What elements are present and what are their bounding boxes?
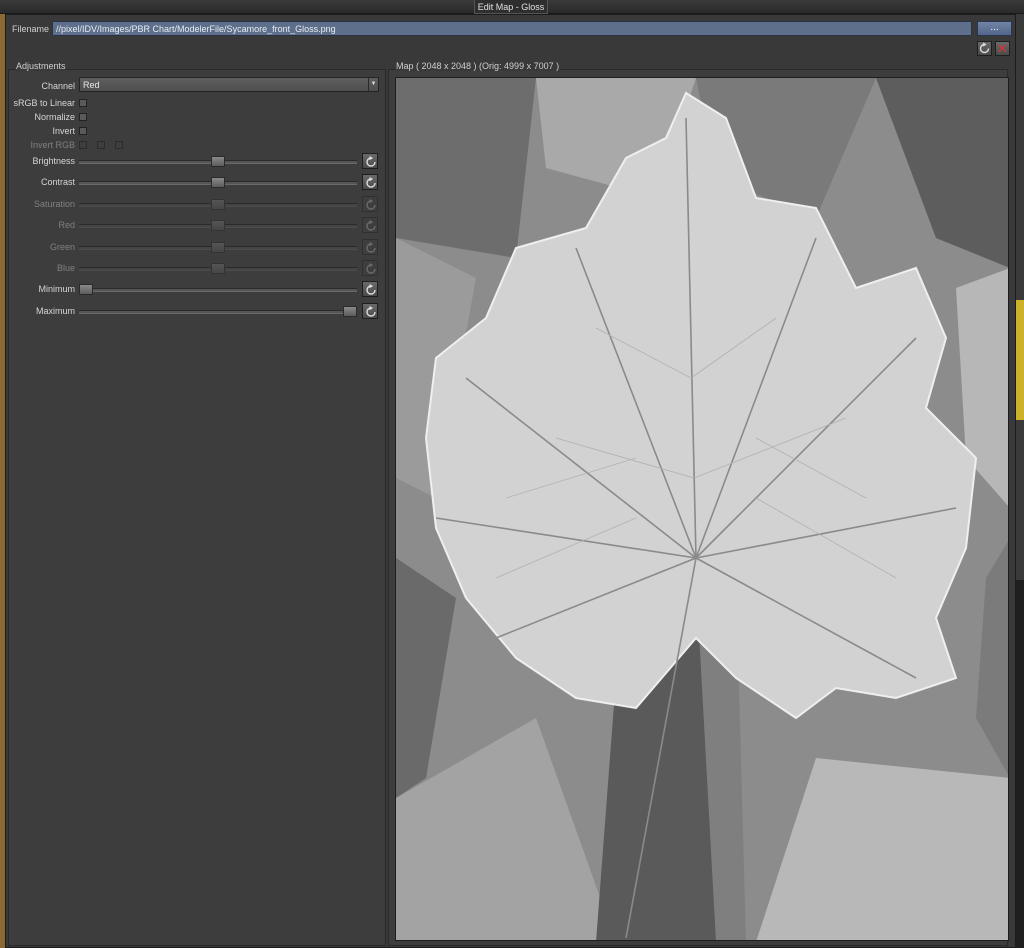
- refresh-icon: [366, 263, 376, 274]
- chevron-down-icon[interactable]: ▼: [368, 78, 378, 91]
- channel-label: Channel: [41, 81, 75, 91]
- background-app-dark: [1016, 580, 1024, 948]
- green-reset-button[interactable]: [362, 238, 378, 255]
- channel-value: Red: [83, 80, 100, 90]
- srgb-to-linear-checkbox[interactable]: [79, 99, 87, 107]
- invert-g-checkbox[interactable]: [97, 141, 105, 149]
- red-slider[interactable]: [79, 220, 357, 232]
- red-slider-handle[interactable]: [211, 220, 225, 232]
- window-title: Edit Map - Gloss: [474, 0, 548, 14]
- refresh-icon: [366, 177, 376, 189]
- saturation-slider-handle[interactable]: [211, 198, 225, 210]
- refresh-icon: [366, 198, 376, 210]
- invert-r-checkbox[interactable]: [79, 141, 87, 149]
- refresh-icon: [979, 42, 990, 54]
- maximum-slider[interactable]: [79, 305, 357, 317]
- saturation-reset-button[interactable]: [362, 195, 378, 212]
- normalize-label: Normalize: [34, 112, 75, 122]
- refresh-icon: [366, 156, 376, 167]
- blue-slider[interactable]: [79, 263, 357, 274]
- srgb-to-linear-label: sRGB to Linear: [13, 98, 75, 108]
- saturation-label: Saturation: [33, 198, 75, 209]
- saturation-slider[interactable]: [79, 198, 357, 210]
- blue-label: Blue: [56, 263, 75, 273]
- contrast-label: Contrast: [40, 177, 75, 188]
- contrast-slider-handle[interactable]: [211, 177, 225, 189]
- refresh-icon: [366, 305, 376, 317]
- blue-reset-button[interactable]: [362, 260, 378, 276]
- refresh-icon: [366, 241, 376, 253]
- brightness-label: Brightness: [32, 156, 75, 166]
- green-slider-handle[interactable]: [211, 241, 225, 253]
- red-label: Red: [58, 220, 75, 231]
- refresh-icon: [366, 220, 376, 231]
- filename-field[interactable]: //pixel/IDV/Images/PBR Chart/ModelerFile…: [52, 21, 972, 36]
- minimum-slider[interactable]: [79, 284, 357, 296]
- channel-select[interactable]: Red ▼: [79, 77, 379, 92]
- close-icon: ✕: [997, 41, 1008, 56]
- brightness-slider[interactable]: [79, 156, 357, 167]
- minimum-reset-button[interactable]: [362, 281, 378, 298]
- brightness-slider-handle[interactable]: [211, 156, 225, 167]
- red-reset-button[interactable]: [362, 217, 378, 234]
- adjustments-panel: Adjustments Channel Red ▼ sRGB to Linear…: [8, 61, 386, 946]
- filename-label: Filename: [12, 24, 50, 34]
- contrast-reset-button[interactable]: [362, 174, 378, 191]
- title-bar: Edit Map - Gloss: [0, 0, 1024, 14]
- blue-slider-handle[interactable]: [211, 263, 225, 274]
- map-info-label: Map ( 2048 x 2048 ) (Orig: 4999 x 7007 ): [395, 61, 561, 71]
- green-label: Green: [49, 241, 75, 252]
- leaf-gloss-image: [396, 78, 1008, 940]
- maximum-label: Maximum: [35, 305, 75, 316]
- normalize-checkbox[interactable]: [79, 113, 87, 121]
- reload-button[interactable]: [977, 41, 992, 56]
- remove-button[interactable]: ✕: [995, 41, 1010, 56]
- invert-label: Invert: [52, 126, 75, 136]
- green-slider[interactable]: [79, 241, 357, 253]
- invert-checkbox[interactable]: [79, 127, 87, 135]
- minimum-slider-handle[interactable]: [79, 284, 93, 296]
- background-app-yellow: [1016, 300, 1024, 420]
- minimum-label: Minimum: [38, 284, 75, 295]
- adjustments-title: Adjustments: [15, 61, 67, 71]
- invert-rgb-label: Invert RGB: [30, 140, 75, 150]
- maximum-slider-handle[interactable]: [343, 305, 357, 317]
- map-preview: [395, 77, 1009, 941]
- edit-map-dialog: Filename //pixel/IDV/Images/PBR Chart/Mo…: [5, 14, 1016, 948]
- brightness-reset-button[interactable]: [362, 153, 378, 169]
- contrast-slider[interactable]: [79, 177, 357, 189]
- map-panel: Map ( 2048 x 2048 ) (Orig: 4999 x 7007 ): [388, 61, 1009, 946]
- invert-b-checkbox[interactable]: [115, 141, 123, 149]
- maximum-reset-button[interactable]: [362, 302, 378, 319]
- refresh-icon: [366, 284, 376, 296]
- browse-button[interactable]: ...: [977, 21, 1012, 36]
